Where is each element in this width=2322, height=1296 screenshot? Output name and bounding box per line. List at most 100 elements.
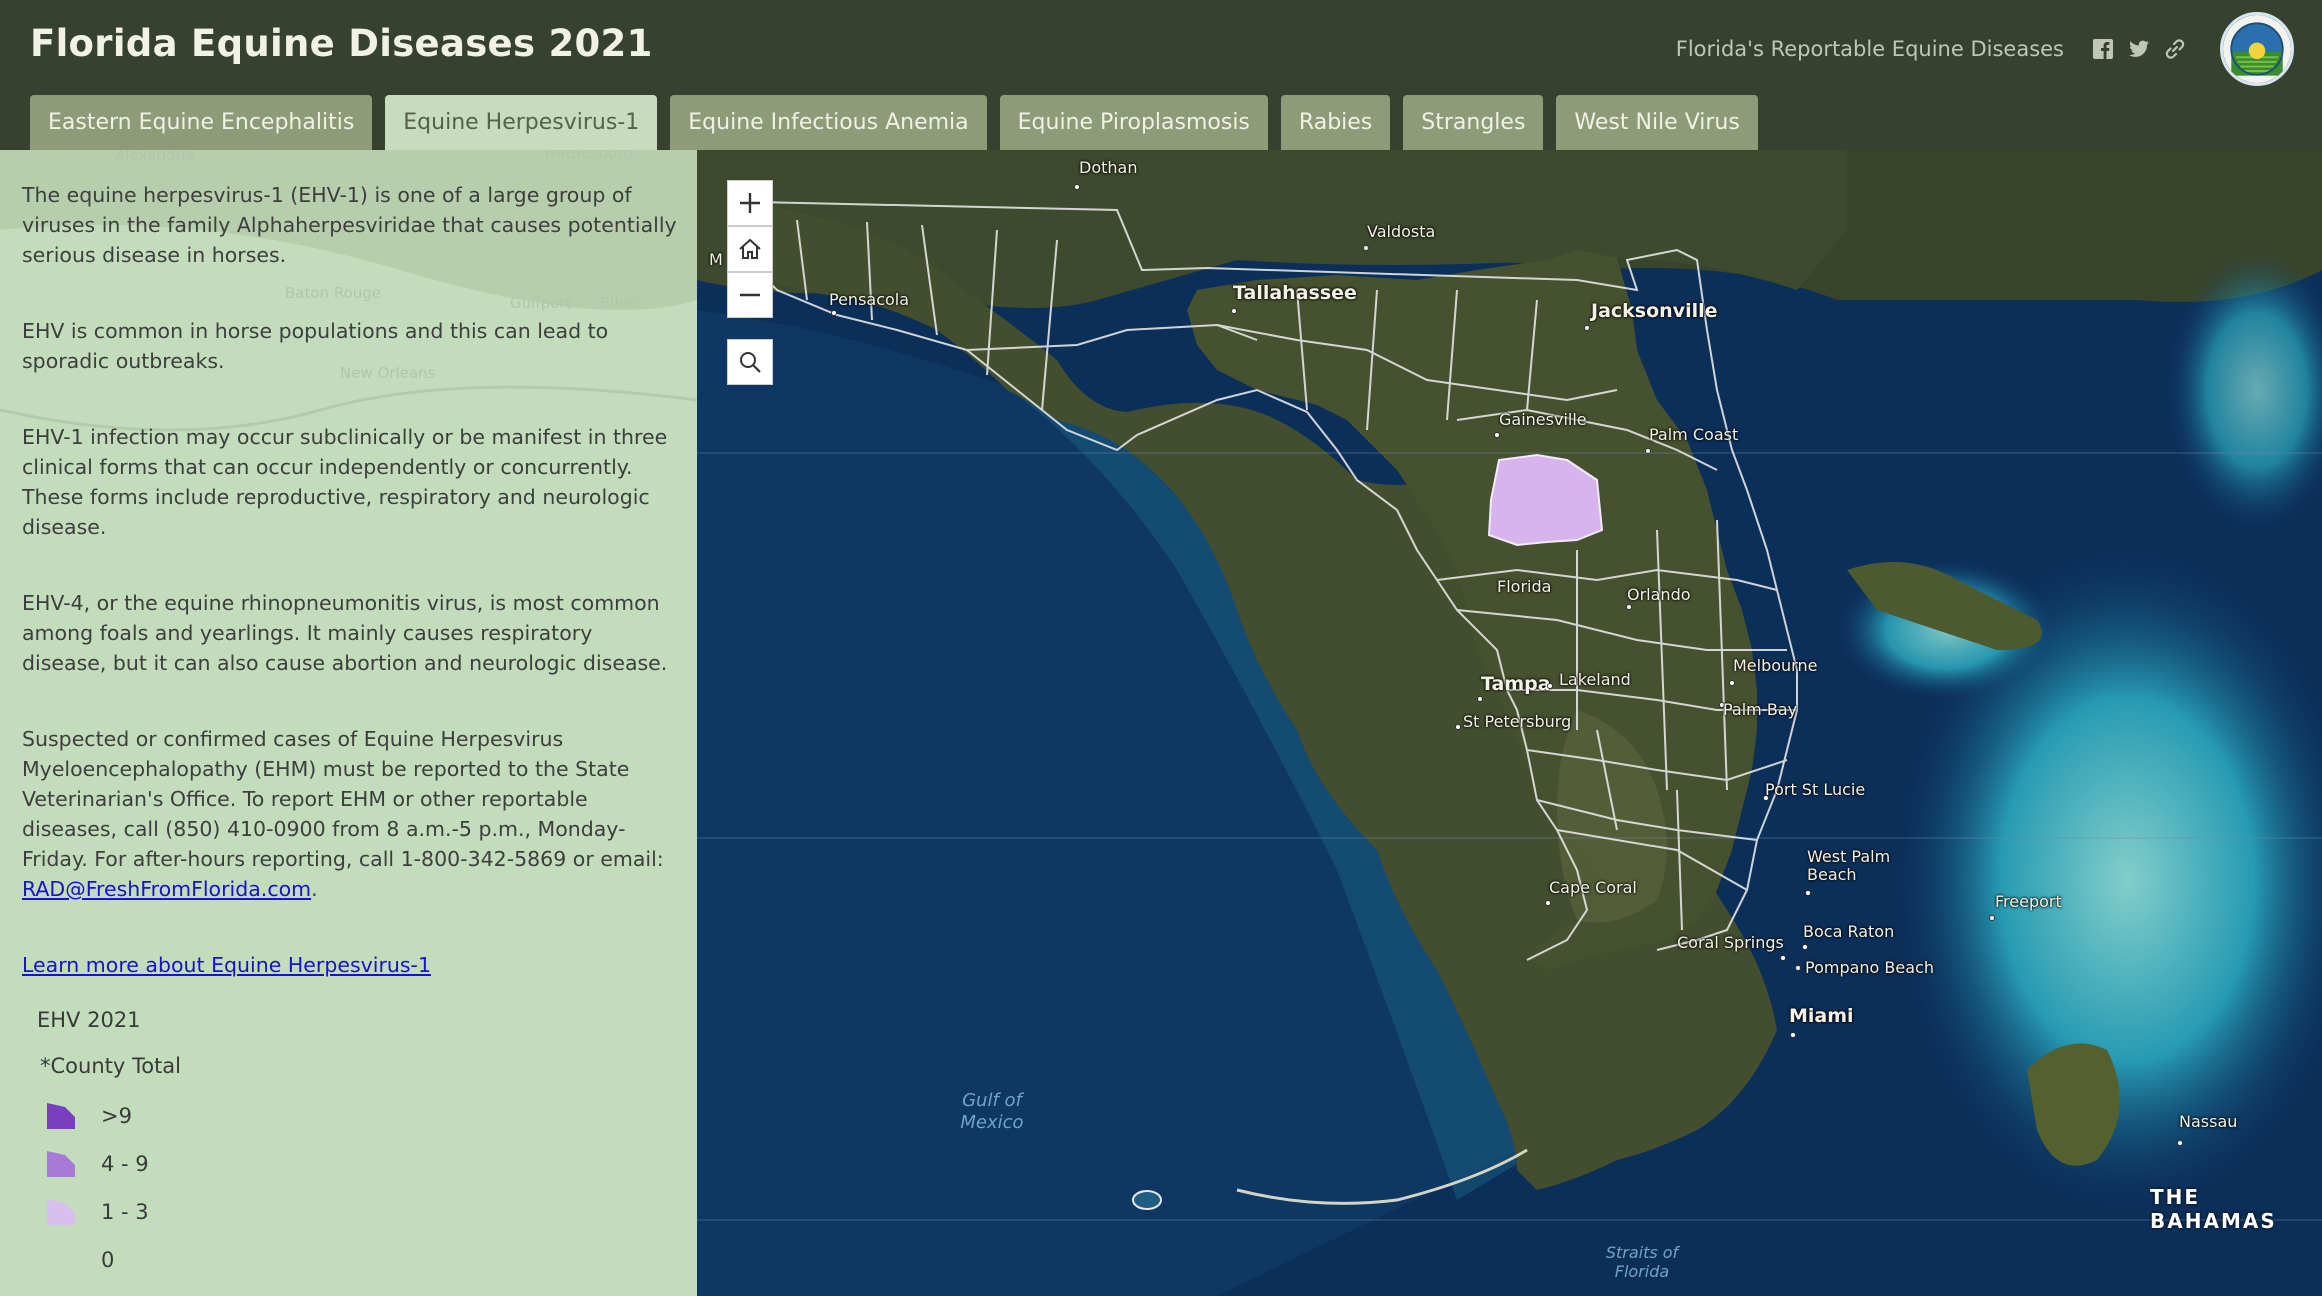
city-label-pompano-beach: Pompano Beach: [1805, 958, 1934, 977]
city-label-coral-springs: Coral Springs: [1677, 933, 1784, 952]
city-label-lakeland: Lakeland: [1559, 670, 1631, 689]
city-label-gainesville: Gainesville: [1499, 410, 1587, 429]
reporting-text: Suspected or confirmed cases of Equine H…: [22, 727, 664, 871]
city-label-tallahassee: Tallahassee: [1233, 282, 1357, 304]
city-label-miami: Miami: [1789, 1005, 1854, 1027]
city-dot: [2177, 1140, 2183, 1146]
city-label-st-petersburg: St Petersburg: [1463, 712, 1572, 731]
search-icon: [740, 352, 761, 373]
reportable-diseases-link[interactable]: Florida's Reportable Equine Diseases: [1676, 37, 2064, 61]
home-icon: [739, 238, 761, 259]
sidebar-content: The equine herpesvirus-1 (EHV-1) is one …: [22, 180, 677, 1026]
city-label-cape-coral: Cape Coral: [1549, 878, 1637, 897]
app-title: Florida Equine Diseases 2021: [30, 22, 653, 65]
legend-label: >9: [101, 1104, 132, 1128]
city-dot: [1231, 308, 1237, 314]
city-label-pensacola: Pensacola: [829, 290, 910, 309]
search-button[interactable]: [727, 339, 773, 385]
info-sidebar[interactable]: Alexandria Hattiesburg Baton Rouge Bilox…: [0, 150, 697, 1296]
city-dot: [1494, 432, 1500, 438]
water-label-straits-of-florida: Straits of Florida: [1605, 1243, 1679, 1281]
city-dot: [1805, 890, 1811, 896]
city-dot: [1795, 965, 1801, 971]
legend: EHV 2021 *County Total >9 4 - 9 1 - 3 0: [37, 1008, 181, 1284]
ghost-label-hattiesburg: Hattiesburg: [545, 150, 633, 162]
city-label-dothan: Dothan: [1079, 158, 1138, 177]
legend-item: 4 - 9: [45, 1140, 181, 1188]
app-root: Florida Equine Diseases 2021 Florida's R…: [0, 0, 2322, 1296]
city-label-west-palm-beach: West Palm Beach: [1807, 847, 1891, 884]
zoom-in-button[interactable]: [727, 180, 773, 226]
fdacs-seal-logo: [2220, 12, 2294, 86]
tab-rabies[interactable]: Rabies: [1280, 95, 1391, 150]
zoom-in-icon: [740, 193, 760, 213]
zoom-out-icon: [740, 293, 760, 297]
city-label-orlando: Orlando: [1627, 585, 1691, 604]
reporting-paragraph: Suspected or confirmed cases of Equine H…: [22, 724, 677, 904]
legend-label: 1 - 3: [101, 1200, 149, 1224]
legend-title: EHV 2021: [37, 1008, 141, 1032]
legend-swatch-1-3: [45, 1197, 77, 1227]
ghost-label-alexandria: Alexandria: [115, 150, 195, 164]
water-label-gulf-of-mexico: Gulf of Mexico: [960, 1090, 1024, 1133]
description-paragraph: EHV-1 infection may occur subclinically …: [22, 425, 668, 539]
header: Florida Equine Diseases 2021 Florida's R…: [0, 0, 2322, 150]
home-button[interactable]: [727, 226, 773, 272]
tab-equine-herpesvirus-1[interactable]: Equine Herpesvirus-1: [385, 95, 658, 150]
city-dot: [1545, 900, 1551, 906]
tab-west-nile-virus[interactable]: West Nile Virus: [1556, 95, 1758, 150]
tab-equine-piroplasmosis[interactable]: Equine Piroplasmosis: [999, 95, 1268, 150]
tab-strangles[interactable]: Strangles: [1403, 95, 1544, 150]
description-paragraph: EHV is common in horse populations and t…: [22, 319, 609, 373]
city-dot: [1645, 448, 1651, 454]
legend-item: 0: [45, 1236, 181, 1284]
legend-label: 0: [101, 1248, 115, 1272]
city-label-palm-bay: Palm Bay: [1723, 700, 1798, 719]
legend-swatch-4-9: [45, 1149, 77, 1179]
disease-tabs: Eastern Equine Encephalitis Equine Herpe…: [30, 95, 1771, 150]
city-dot: [1547, 683, 1553, 689]
tab-eastern-equine-encephalitis[interactable]: Eastern Equine Encephalitis: [30, 95, 373, 150]
email-link[interactable]: RAD@FreshFromFlorida.com: [22, 877, 311, 901]
learn-more-link[interactable]: Learn more about Equine Herpesvirus-1: [22, 953, 431, 977]
legend-subtitle: *County Total: [40, 1054, 182, 1078]
twitter-icon[interactable]: [2126, 36, 2152, 62]
zoom-out-button[interactable]: [727, 272, 773, 318]
city-label-melbourne: Melbourne: [1733, 656, 1818, 675]
city-dot: [1363, 245, 1369, 251]
city-label-jacksonville: Jacksonville: [1591, 300, 1718, 322]
legend-swatch-gt9: [45, 1101, 77, 1131]
description-paragraph: The equine herpesvirus-1 (EHV-1) is one …: [22, 183, 677, 267]
city-label-tampa: Tampa: [1481, 673, 1551, 695]
link-icon[interactable]: [2162, 36, 2188, 62]
city-dot: [1790, 1032, 1796, 1038]
city-dot: [1477, 696, 1483, 702]
city-dot: [1584, 325, 1590, 331]
legend-swatch-0: [45, 1245, 77, 1275]
tab-equine-infectious-anemia[interactable]: Equine Infectious Anemia: [670, 95, 987, 150]
city-dot: [1780, 955, 1786, 961]
map-view[interactable]: Dothan Valdosta M Pensacola Tallahassee …: [697, 150, 2322, 1296]
city-label-boca-raton: Boca Raton: [1803, 922, 1895, 941]
city-dot: [1074, 184, 1080, 190]
country-label-bahamas: THE BAHAMAS: [2150, 1185, 2277, 1233]
email-suffix: .: [311, 877, 318, 901]
legend-item: >9: [45, 1092, 181, 1140]
facebook-icon[interactable]: [2090, 36, 2116, 62]
city-dot: [1989, 915, 1995, 921]
city-dot: [1455, 724, 1461, 730]
city-label-palm-coast: Palm Coast: [1649, 425, 1739, 444]
city-label-freeport: Freeport: [1995, 892, 2062, 911]
city-dot: [1729, 680, 1735, 686]
city-label-florida: Florida: [1497, 577, 1552, 596]
city-dot: [1802, 944, 1808, 950]
legend-label: 4 - 9: [101, 1152, 149, 1176]
city-label-valdosta: Valdosta: [1367, 222, 1436, 241]
city-label-nassau: Nassau: [2179, 1112, 2238, 1131]
legend-item: 1 - 3: [45, 1188, 181, 1236]
description-paragraph: EHV-4, or the equine rhinopneumonitis vi…: [22, 591, 668, 675]
city-label-port-st-lucie: Port St Lucie: [1765, 780, 1866, 799]
city-dot: [1626, 604, 1632, 610]
city-label-m-partial: M: [709, 250, 723, 269]
header-right: Florida's Reportable Equine Diseases: [1676, 10, 2294, 88]
